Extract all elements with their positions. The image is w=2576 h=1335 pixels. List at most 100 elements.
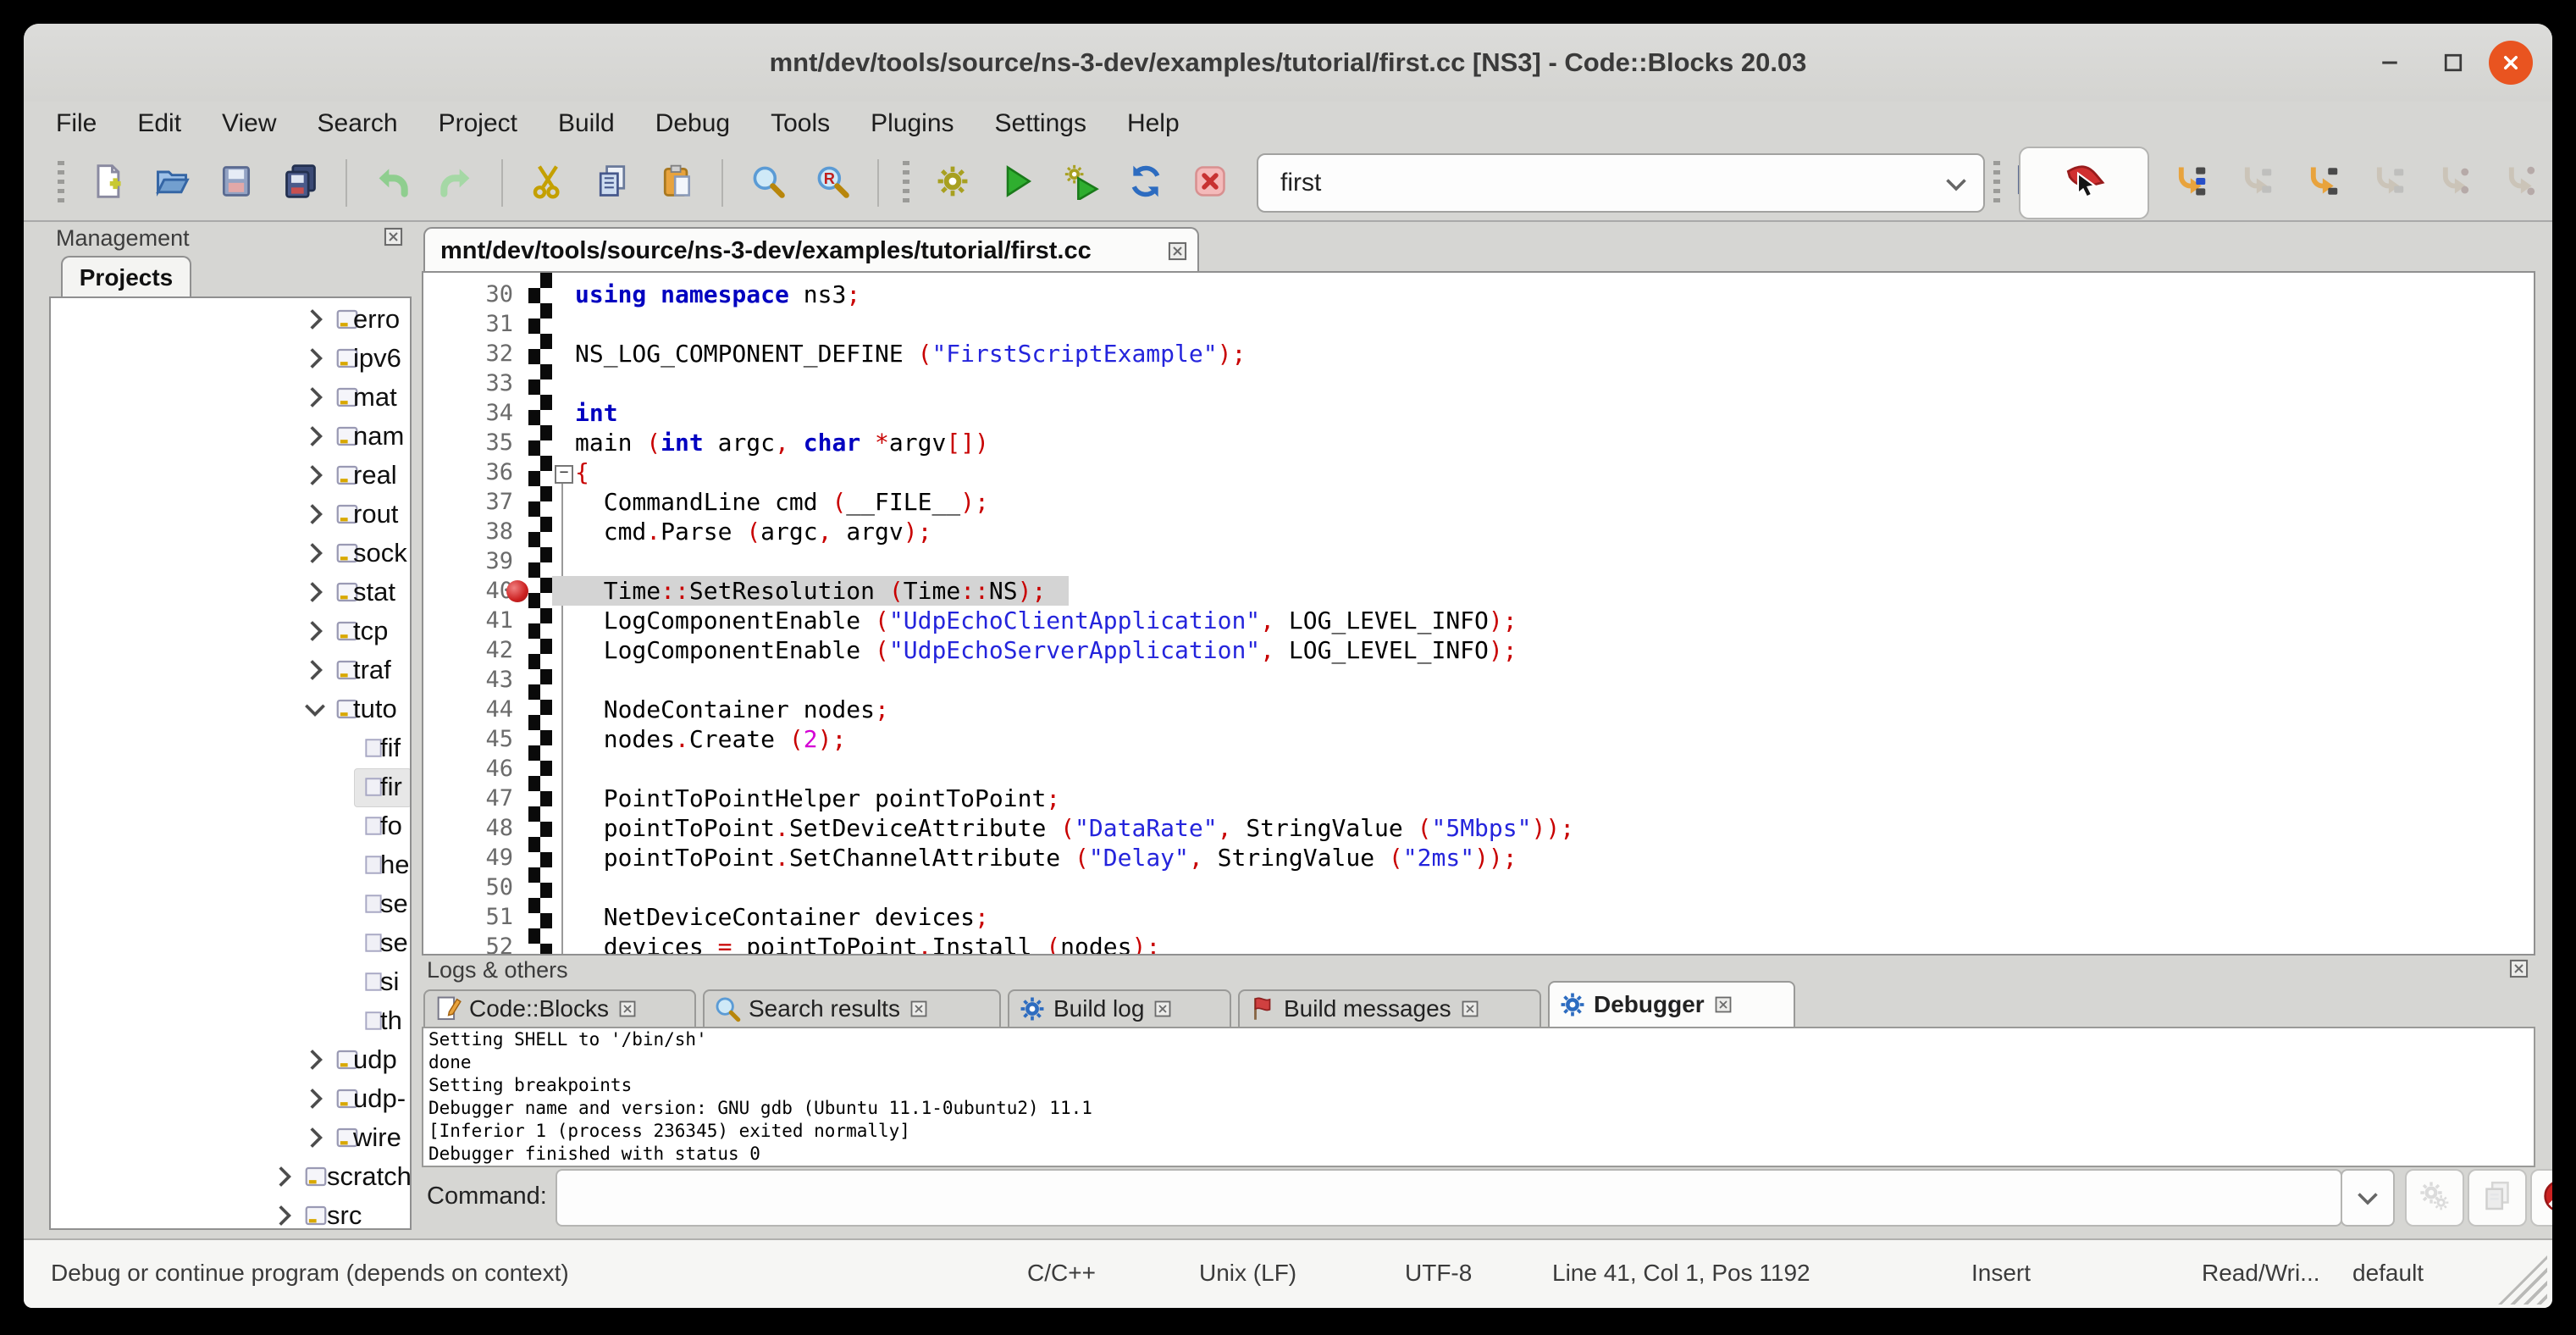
chevron-right-icon[interactable] bbox=[301, 495, 329, 534]
toolbar-button-step-out[interactable] bbox=[2361, 153, 2413, 213]
close-icon[interactable] bbox=[1460, 999, 1480, 1019]
line-number[interactable]: 44 bbox=[423, 695, 513, 724]
code-line-41[interactable]: 41 LogComponentEnable ("UdpEchoClientApp… bbox=[423, 606, 2534, 635]
tree-item-he[interactable]: he bbox=[51, 845, 410, 884]
code-line-44[interactable]: 44 NodeContainer nodes; bbox=[423, 695, 2534, 724]
tree-item-se[interactable]: se bbox=[51, 884, 410, 923]
line-number[interactable]: 30 bbox=[423, 280, 513, 309]
debug-continue-button[interactable] bbox=[2019, 147, 2149, 219]
tree-item-udp-[interactable]: udp- bbox=[51, 1079, 410, 1118]
debugger-log[interactable]: Setting SHELL to '/bin/sh'doneSetting br… bbox=[422, 1027, 2535, 1167]
tree-item-fo[interactable]: fo bbox=[51, 806, 410, 845]
toolbar-button-find[interactable] bbox=[742, 153, 794, 213]
line-number[interactable]: 52 bbox=[423, 932, 513, 956]
code-line-45[interactable]: 45 nodes.Create (2); bbox=[423, 724, 2534, 754]
chevron-right-icon[interactable] bbox=[301, 417, 329, 456]
chevron-right-icon[interactable] bbox=[301, 534, 329, 573]
chevron-right-icon[interactable] bbox=[301, 378, 329, 417]
menu-settings[interactable]: Settings bbox=[975, 102, 1107, 146]
code-line-51[interactable]: 51 NetDeviceContainer devices; bbox=[423, 902, 2534, 932]
tree-item-fif[interactable]: fif bbox=[51, 728, 410, 767]
code-line-32[interactable]: 32NS_LOG_COMPONENT_DEFINE ("FirstScriptE… bbox=[423, 339, 2534, 368]
code-line-46[interactable]: 46 bbox=[423, 754, 2534, 784]
toolbar-button-build[interactable] bbox=[926, 153, 979, 213]
minimize-button[interactable] bbox=[2368, 41, 2412, 85]
toolbar-button-save-all[interactable] bbox=[274, 153, 327, 213]
editor-tab-close-icon[interactable] bbox=[1166, 240, 1197, 263]
chevron-right-icon[interactable] bbox=[269, 1157, 298, 1196]
command-copy-button[interactable] bbox=[2468, 1169, 2527, 1227]
line-number[interactable]: 42 bbox=[423, 635, 513, 665]
tree-item-rout[interactable]: rout bbox=[51, 495, 410, 534]
tree-item-stat[interactable]: stat bbox=[51, 573, 410, 612]
line-number[interactable]: 36 bbox=[423, 457, 513, 487]
line-number[interactable]: 43 bbox=[423, 665, 513, 695]
toolbar-button-abort[interactable] bbox=[1184, 153, 1236, 213]
line-number[interactable]: 37 bbox=[423, 487, 513, 517]
tree-item-th[interactable]: th bbox=[51, 1001, 410, 1040]
code-line-38[interactable]: 38 cmd.Parse (argc, argv); bbox=[423, 517, 2534, 546]
menu-debug[interactable]: Debug bbox=[635, 102, 750, 146]
toolbar-button-undo[interactable] bbox=[366, 153, 418, 213]
line-number[interactable]: 47 bbox=[423, 784, 513, 813]
code-line-30[interactable]: 30using namespace ns3; bbox=[423, 280, 2534, 309]
toolbar-button-next-line[interactable] bbox=[2229, 153, 2281, 213]
line-number[interactable]: 32 bbox=[423, 339, 513, 368]
logs-close-icon[interactable] bbox=[2507, 957, 2530, 980]
code-line-31[interactable]: 31 bbox=[423, 309, 2534, 339]
toolbar-grip[interactable] bbox=[1993, 161, 2000, 205]
tree-item-wire[interactable]: wire bbox=[51, 1118, 410, 1157]
tree-item-ipv6[interactable]: ipv6 bbox=[51, 339, 410, 378]
line-number[interactable]: 40 bbox=[423, 576, 513, 606]
line-number[interactable]: 33 bbox=[423, 368, 513, 398]
breakpoint-icon[interactable] bbox=[506, 580, 528, 602]
chevron-right-icon[interactable] bbox=[301, 1118, 329, 1157]
menu-project[interactable]: Project bbox=[418, 102, 538, 146]
menu-edit[interactable]: Edit bbox=[117, 102, 202, 146]
toolbar-button-new-file[interactable] bbox=[81, 153, 134, 213]
line-number[interactable]: 38 bbox=[423, 517, 513, 546]
code-line-52[interactable]: 52 devices = pointToPoint.Install (nodes… bbox=[423, 932, 2534, 956]
toolbar-button-paste[interactable] bbox=[650, 153, 703, 213]
chevron-right-icon[interactable] bbox=[301, 456, 329, 495]
log-tab-debugger[interactable]: Debugger bbox=[1548, 981, 1795, 1027]
tree-item-tuto[interactable]: tuto bbox=[51, 690, 410, 728]
code-line-40[interactable]: 40 Time::SetResolution (Time::NS); bbox=[423, 576, 2534, 606]
chevron-right-icon[interactable] bbox=[301, 1040, 329, 1079]
tree-item-mat[interactable]: mat bbox=[51, 378, 410, 417]
menu-file[interactable]: File bbox=[36, 102, 117, 146]
line-number[interactable]: 50 bbox=[423, 872, 513, 902]
close-icon[interactable] bbox=[617, 999, 638, 1019]
line-number[interactable]: 46 bbox=[423, 754, 513, 784]
editor-tab-first-cc[interactable]: mnt/dev/tools/source/ns-3-dev/examples/t… bbox=[423, 227, 1199, 273]
toolbar-button-step-into-instruction[interactable] bbox=[2493, 153, 2546, 213]
line-number[interactable]: 39 bbox=[423, 546, 513, 576]
close-icon[interactable] bbox=[1713, 994, 1733, 1015]
fold-toggle-icon[interactable]: − bbox=[555, 465, 573, 484]
menu-tools[interactable]: Tools bbox=[750, 102, 850, 146]
chevron-right-icon[interactable] bbox=[301, 339, 329, 378]
chevron-right-icon[interactable] bbox=[269, 1196, 298, 1230]
code-line-48[interactable]: 48 pointToPoint.SetDeviceAttribute ("Dat… bbox=[423, 813, 2534, 843]
tree-item-erro[interactable]: erro bbox=[51, 300, 410, 339]
toolbar-button-next-instruction[interactable] bbox=[2427, 153, 2479, 213]
menu-search[interactable]: Search bbox=[297, 102, 418, 146]
toolbar-button-replace[interactable]: R bbox=[806, 153, 859, 213]
line-number[interactable]: 51 bbox=[423, 902, 513, 932]
chevron-right-icon[interactable] bbox=[301, 1079, 329, 1118]
close-button[interactable] bbox=[2489, 41, 2533, 85]
toolbar-button-cut[interactable] bbox=[522, 153, 574, 213]
chevron-down-icon[interactable] bbox=[301, 690, 329, 728]
command-input[interactable] bbox=[556, 1169, 2342, 1227]
menu-view[interactable]: View bbox=[202, 102, 296, 146]
line-number[interactable]: 41 bbox=[423, 606, 513, 635]
toolbar-button-run[interactable] bbox=[991, 153, 1043, 213]
status-profile[interactable]: default bbox=[2352, 1240, 2424, 1308]
tree-item-fir[interactable]: fir bbox=[51, 767, 410, 806]
line-number[interactable]: 49 bbox=[423, 843, 513, 872]
close-icon[interactable] bbox=[1153, 999, 1173, 1019]
maximize-button[interactable] bbox=[2431, 41, 2475, 85]
code-line-34[interactable]: 34int bbox=[423, 398, 2534, 428]
log-tab-build-log[interactable]: Build log bbox=[1008, 989, 1231, 1027]
toolbar-button-rebuild[interactable] bbox=[1119, 153, 1172, 213]
